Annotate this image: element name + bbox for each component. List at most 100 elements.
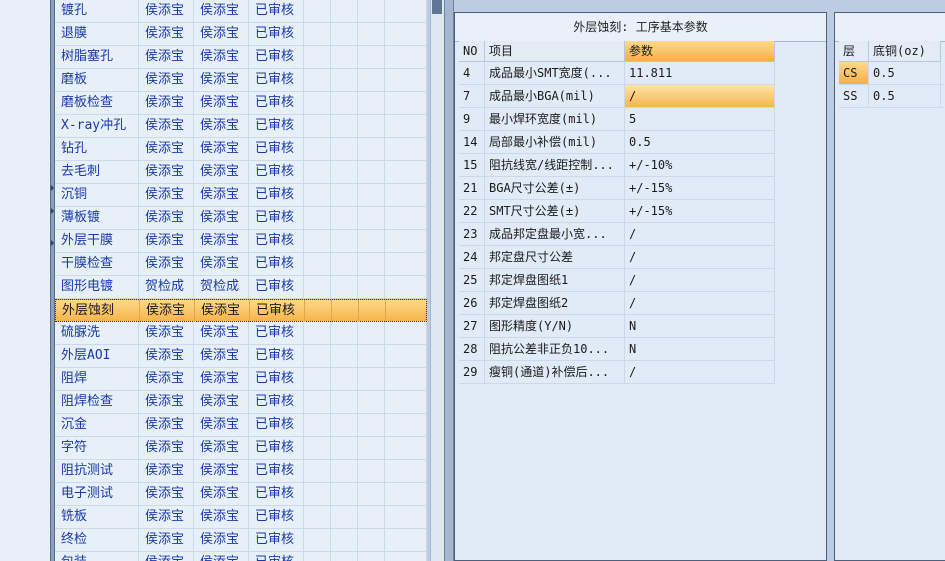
empty-cell [358, 207, 385, 229]
parameter-row[interactable]: 22 SMT尺寸公差(±) +/-15% [459, 200, 775, 223]
parameter-value-cell[interactable]: / [625, 269, 775, 291]
empty-cell [331, 552, 358, 561]
process-maker-cell: 侯添宝 [140, 300, 195, 322]
process-row[interactable]: 树脂塞孔 侯添宝 侯添宝 已审核 [55, 46, 427, 69]
process-row[interactable]: 外层干膜 侯添宝 侯添宝 已审核 [55, 230, 427, 253]
process-list-scrollbar[interactable] [430, 0, 444, 561]
process-row[interactable]: 沉金 侯添宝 侯添宝 已审核 [55, 414, 427, 437]
column-header-no[interactable]: NO [459, 41, 485, 62]
process-row[interactable]: 磨板检查 侯添宝 侯添宝 已审核 [55, 92, 427, 115]
process-checker-cell: 侯添宝 [194, 46, 249, 68]
process-row[interactable]: 铣板 侯添宝 侯添宝 已审核 [55, 506, 427, 529]
parameter-no-cell: 27 [459, 315, 485, 337]
process-row[interactable]: 终检 侯添宝 侯添宝 已审核 [55, 529, 427, 552]
parameter-row[interactable]: 28 阻抗公差非正负10... N [459, 338, 775, 361]
process-row[interactable]: 镀孔 侯添宝 侯添宝 已审核 [55, 0, 427, 23]
process-maker-cell: 侯添宝 [139, 92, 194, 114]
parameter-row[interactable]: 25 邦定焊盘图纸1/ [459, 269, 775, 292]
empty-cell [304, 46, 331, 68]
process-row[interactable]: 硫脲洗 侯添宝 侯添宝 已审核 [55, 322, 427, 345]
parameter-value-cell[interactable]: N [625, 338, 775, 360]
process-row[interactable]: 阻抗测试 侯添宝 侯添宝 已审核 [55, 460, 427, 483]
empty-cell [331, 46, 358, 68]
process-row[interactable]: 外层AOI 侯添宝 侯添宝 已审核 [55, 345, 427, 368]
process-row[interactable]: 沉铜 侯添宝 侯添宝 已审核 [55, 184, 427, 207]
parameter-value-cell[interactable]: 11.811 [625, 62, 775, 84]
parameter-row[interactable]: 24 邦定盘尺寸公差 / [459, 246, 775, 269]
column-header-base-copper[interactable]: 底铜(oz) [869, 41, 941, 62]
parameter-value-cell[interactable]: / [625, 85, 775, 107]
parameter-row[interactable]: 14 局部最小补偿(mil) 0.5 [459, 131, 775, 154]
parameter-value-cell[interactable]: +/-10% [625, 154, 775, 176]
column-header-value[interactable]: 参数 [625, 41, 775, 62]
process-row[interactable]: 阻焊检查 侯添宝 侯添宝 已审核 [55, 391, 427, 414]
parameter-no-cell: 14 [459, 131, 485, 153]
empty-cell [331, 368, 358, 390]
scrollbar-thumb[interactable] [432, 0, 442, 14]
process-maker-cell: 侯添宝 [139, 46, 194, 68]
column-header-layer[interactable]: 层 [839, 41, 869, 62]
copper-panel-title [835, 13, 945, 42]
parameter-value-cell[interactable]: +/-15% [625, 200, 775, 222]
process-status-cell: 已审核 [249, 345, 304, 367]
empty-cell [304, 345, 331, 367]
process-name-cell: 终检 [55, 529, 139, 551]
parameter-row[interactable]: 7 成品最小BGA(mil) / [459, 85, 775, 108]
parameter-row[interactable]: 4 成品最小SMT宽度(... 11.811 [459, 62, 775, 85]
process-row[interactable]: 电子测试 侯添宝 侯添宝 已审核 [55, 483, 427, 506]
empty-cell [385, 230, 427, 252]
parameter-row[interactable]: 9 最小焊环宽度(mil) 5 [459, 108, 775, 131]
process-name-cell: 包装 [55, 552, 139, 561]
parameter-no-cell: 15 [459, 154, 485, 176]
process-row[interactable]: 包装侯添宝侯添宝已审核 [55, 552, 427, 561]
parameter-no-cell: 24 [459, 246, 485, 268]
process-row[interactable]: 磨板 侯添宝 侯添宝 已审核 [55, 69, 427, 92]
process-row[interactable]: 干膜检查 侯添宝 侯添宝 已审核 [55, 253, 427, 276]
parameter-row[interactable]: 26 邦定焊盘图纸2/ [459, 292, 775, 315]
process-status-cell: 已审核 [249, 437, 304, 459]
parameter-value-cell[interactable]: 5 [625, 108, 775, 130]
process-status-cell: 已审核 [249, 69, 304, 91]
middle-splitter[interactable] [444, 0, 454, 561]
process-name-cell: 外层AOI [55, 345, 139, 367]
parameter-value-cell[interactable]: / [625, 246, 775, 268]
parameter-row[interactable]: 29 瘦铜(通道)补偿后... / [459, 361, 775, 384]
parameter-value-cell[interactable]: N [625, 315, 775, 337]
process-row[interactable]: 外层蚀刻 侯添宝 侯添宝 已审核 [55, 299, 427, 322]
parameter-value-cell[interactable]: / [625, 361, 775, 383]
parameter-value-cell[interactable]: 0.5 [625, 131, 775, 153]
process-status-cell: 已审核 [249, 483, 304, 505]
process-row[interactable]: 去毛刺 侯添宝 侯添宝 已审核 [55, 161, 427, 184]
process-maker-cell: 侯添宝 [139, 23, 194, 45]
parameter-item-cell: 阻抗公差非正负10... [485, 338, 625, 360]
parameter-value-cell[interactable]: / [625, 292, 775, 314]
process-maker-cell: 侯添宝 [139, 391, 194, 413]
empty-cell [331, 529, 358, 551]
copper-layer-row[interactable]: SS 0.5 [839, 85, 944, 108]
process-row[interactable]: X-ray冲孔 侯添宝 侯添宝 已审核 [55, 115, 427, 138]
parameter-row[interactable]: 23 成品邦定盘最小宽... / [459, 223, 775, 246]
empty-cell [331, 0, 358, 22]
copper-layer-row[interactable]: CS 0.5 [839, 62, 944, 85]
process-row[interactable]: 薄板镀 侯添宝 侯添宝 已审核 [55, 207, 427, 230]
parameter-value-cell[interactable]: +/-15% [625, 177, 775, 199]
empty-cell [385, 92, 427, 114]
process-status-cell: 已审核 [249, 391, 304, 413]
parameter-value-cell[interactable]: / [625, 223, 775, 245]
process-row[interactable]: 退膜 侯添宝 侯添宝 已审核 [55, 23, 427, 46]
parameter-item-cell: 成品邦定盘最小宽... [485, 223, 625, 245]
empty-cell [331, 138, 358, 160]
column-header-item[interactable]: 项目 [485, 41, 625, 62]
empty-cell [304, 460, 331, 482]
process-name-cell: X-ray冲孔 [55, 115, 139, 137]
parameter-row[interactable]: 15 阻抗线宽/线距控制... +/-10% [459, 154, 775, 177]
parameter-row[interactable]: 21 BGA尺寸公差(±) +/-15% [459, 177, 775, 200]
process-row[interactable]: 字符 侯添宝 侯添宝 已审核 [55, 437, 427, 460]
process-row[interactable]: 阻焊 侯添宝 侯添宝 已审核 [55, 368, 427, 391]
parameter-row[interactable]: 27 图形精度(Y/N) N [459, 315, 775, 338]
process-status-cell: 已审核 [249, 207, 304, 229]
process-maker-cell: 侯添宝 [139, 414, 194, 436]
process-row[interactable]: 钻孔 侯添宝 侯添宝 已审核 [55, 138, 427, 161]
process-row[interactable]: 图形电镀 贺检成 贺检成 已审核 [55, 276, 427, 299]
process-checker-cell: 侯添宝 [194, 552, 249, 561]
